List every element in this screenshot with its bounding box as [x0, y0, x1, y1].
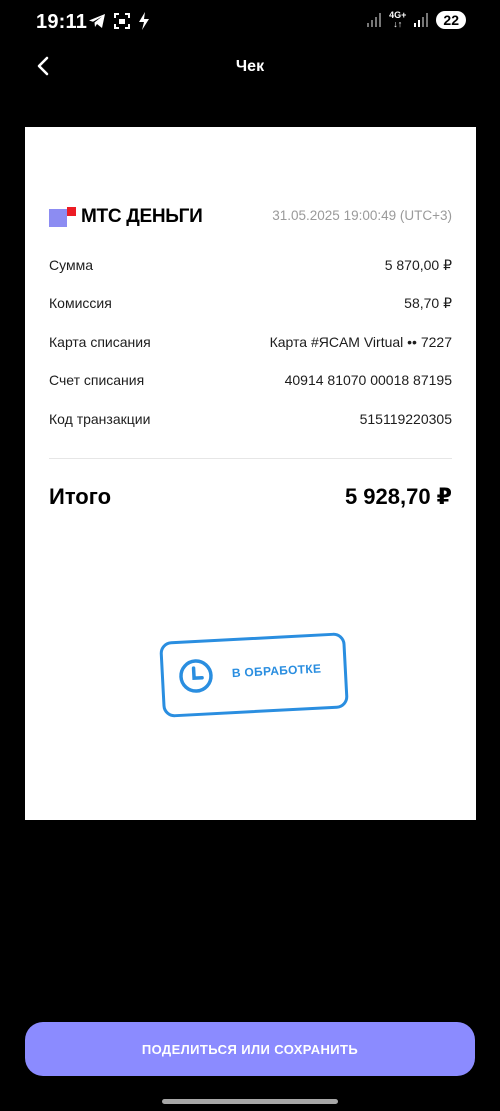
- brand-name: МТС ДЕНЬГИ: [81, 206, 203, 227]
- share-button-label: ПОДЕЛИТЬСЯ ИЛИ СОХРАНИТЬ: [141, 1041, 359, 1057]
- total-row: Итого 5 928,70 ₽: [49, 484, 452, 510]
- detail-label: Сумма: [49, 257, 93, 273]
- status-icons-right: 4G+ ↓↑ 22: [367, 11, 466, 29]
- page-title: Чек: [235, 58, 265, 75]
- detail-row-amount: Сумма 5 870,00 ₽: [49, 257, 452, 295]
- detail-value: 40914 81070 00018 87195: [284, 372, 452, 389]
- logo-mark: [49, 207, 77, 227]
- detail-label: Счет списания: [49, 372, 145, 389]
- detail-row-transaction-code: Код транзакции 515119220305: [49, 411, 452, 449]
- detail-value: 5 870,00 ₽: [384, 257, 452, 273]
- clock-icon: [179, 659, 213, 693]
- detail-row-account: Счет списания 40914 81070 00018 87195: [49, 372, 452, 410]
- telegram-icon: [89, 14, 105, 28]
- status-icons-left: [88, 12, 150, 30]
- detail-value: Карта #ЯCAM Virtual •• 7227: [269, 333, 452, 350]
- share-or-save-button[interactable]: ПОДЕЛИТЬСЯ ИЛИ СОХРАНИТЬ: [25, 1022, 475, 1076]
- detail-label: Код транзакции: [49, 410, 151, 427]
- total-label: Итого: [49, 484, 112, 509]
- status-bar: 19:11 4G+ ↓↑ 22: [0, 0, 500, 44]
- signal-icon: [367, 13, 382, 27]
- signal-icon: [414, 13, 429, 27]
- detail-value: 515119220305: [359, 410, 452, 427]
- stamp-text: В ОБРАБОТКЕ: [231, 661, 322, 681]
- receipt-card: МТС ДЕНЬГИ 31.05.2025 19:00:49 (UTC+3) С…: [25, 127, 476, 820]
- battery-indicator: 22: [436, 11, 466, 29]
- detail-label: Комиссия: [49, 295, 112, 312]
- detail-value: 58,70 ₽: [404, 295, 452, 312]
- home-indicator[interactable]: [162, 1099, 338, 1104]
- top-app-bar: Чек: [0, 44, 500, 90]
- screenshot-icon: [114, 13, 130, 29]
- network-type: 4G+ ↓↑: [389, 10, 407, 29]
- detail-row-card: Карта списания Карта #ЯCAM Virtual •• 72…: [49, 334, 452, 372]
- detail-row-fee: Комиссия 58,70 ₽: [49, 295, 452, 333]
- total-value: 5 928,70 ₽: [344, 484, 452, 509]
- status-time: 19:11: [36, 11, 88, 33]
- receipt-details: Сумма 5 870,00 ₽ Комиссия 58,70 ₽ Карта …: [49, 257, 452, 449]
- divider: [49, 458, 452, 459]
- processing-stamp: В ОБРАБОТКЕ: [159, 632, 349, 718]
- flash-icon: [139, 12, 149, 30]
- detail-label: Карта списания: [49, 333, 151, 350]
- receipt-datetime: 31.05.2025 19:00:49 (UTC+3): [272, 208, 452, 223]
- mts-dengi-logo: МТС ДЕНЬГИ: [49, 206, 203, 228]
